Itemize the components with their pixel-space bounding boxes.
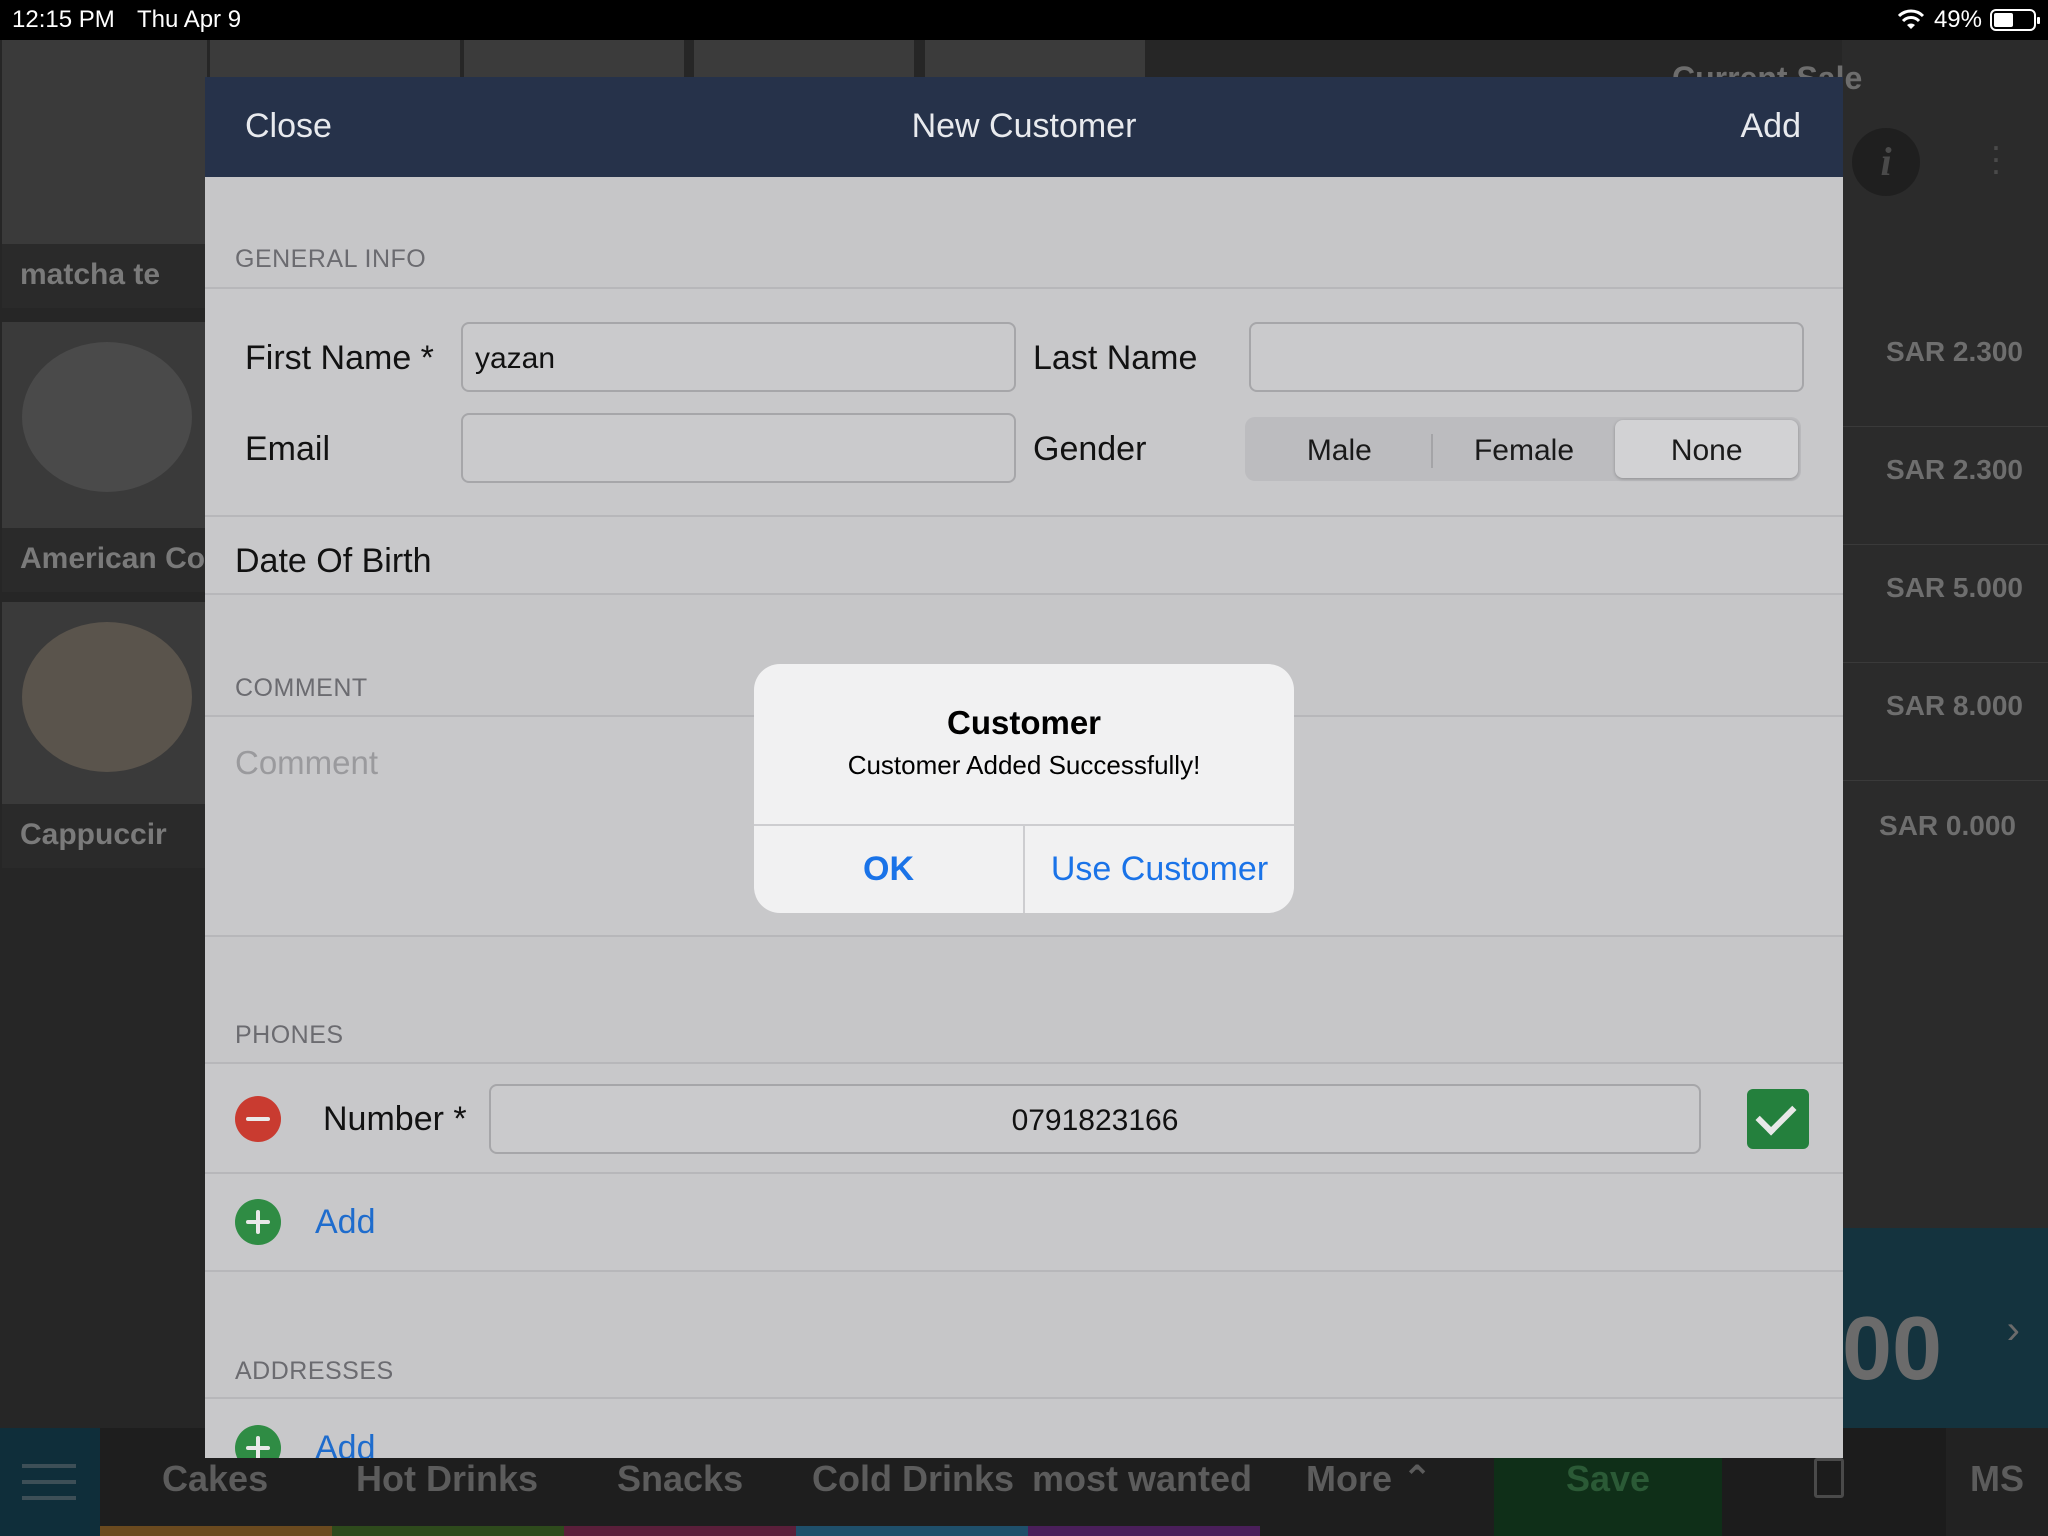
success-alert: Customer Customer Added Successfully! OK… [754,664,1294,913]
phone-number-label: Number * [323,1100,467,1138]
gender-option-none[interactable]: None [1615,420,1799,478]
category-tab-most-wanted[interactable]: most wanted [1032,1458,1252,1500]
last-name-label: Last Name [1033,339,1198,377]
category-color-bar [796,1526,1028,1536]
product-tile[interactable]: matcha te [2,40,207,308]
product-image [22,622,192,772]
status-time: 12:15 PM [12,6,115,33]
add-phone-icon[interactable] [235,1199,281,1245]
line-item-price: SAR 2.300 [1886,454,2023,485]
more-options-icon[interactable]: · · · [1990,128,2002,188]
more-label: More [1306,1458,1393,1499]
use-customer-button[interactable]: Use Customer [1025,826,1294,913]
charge-button[interactable]: 00 › [1842,1228,2048,1428]
wifi-icon [1897,9,1925,29]
category-color-bar [564,1526,796,1536]
category-color-bar [332,1526,564,1536]
ms-button[interactable]: MS [1946,1428,2048,1536]
line-item-price: SAR 5.000 [1886,572,2023,603]
chevron-up-icon: ⌃ [1402,1458,1433,1499]
add-address-link[interactable]: Add [315,1429,376,1458]
product-name: matcha te [2,244,207,308]
product-tile[interactable]: American Co [2,322,207,592]
general-info-header: GENERAL INFO [235,245,427,273]
alert-message: Customer Added Successfully! [847,750,1201,780]
status-date: Thu Apr 9 [137,6,242,33]
date-of-birth-row[interactable]: Date Of Birth [235,542,432,581]
line-item-price: SAR 0.000 [1879,810,2016,841]
addresses-header: ADDRESSES [235,1357,394,1385]
checkmark-icon[interactable] [1747,1089,1809,1149]
sheet-title: New Customer [911,107,1137,145]
ok-button[interactable]: OK [754,826,1023,913]
phone-number-field[interactable]: 0791823166 [489,1084,1701,1154]
current-sale-panel: Current Sale SAR 2.300 SAR 2.300 SAR 5.0… [1672,40,2048,1430]
addresses-group [205,1397,1843,1458]
category-color-bar [1028,1526,1260,1536]
status-bar: 12:15 PM Thu Apr 9 49% [0,0,2048,40]
category-tab-cold-drinks[interactable]: Cold Drinks [812,1458,1014,1500]
hamburger-menu-icon[interactable] [0,1428,100,1536]
line-item-price: SAR 8.000 [1886,690,2023,721]
product-tile[interactable]: Cappuccir [2,602,207,868]
add-customer-button[interactable]: Add [1741,107,1802,146]
category-tab-cakes[interactable]: Cakes [162,1458,268,1500]
add-phone-link[interactable]: Add [315,1203,376,1242]
phones-header: PHONES [235,1021,344,1049]
category-tab-hot-drinks[interactable]: Hot Drinks [356,1458,538,1500]
sheet-navbar: Close New Customer Add [205,77,1843,177]
alert-title: Customer [946,704,1102,741]
first-name-label: First Name * [245,339,434,377]
comment-field[interactable]: Comment [235,744,378,782]
total-amount: 00 [1842,1299,1943,1399]
line-item-price: SAR 2.300 [1886,336,2023,367]
product-name: Cappuccir [2,804,207,868]
info-icon[interactable]: i [1852,128,1920,196]
remove-phone-icon[interactable] [235,1096,281,1142]
gender-label: Gender [1033,430,1147,468]
email-field[interactable] [461,413,1016,483]
product-image [22,342,192,492]
gender-segmented-control: Male Female None [1245,417,1801,481]
gender-option-female[interactable]: Female [1433,420,1616,478]
category-color-bar [100,1526,332,1536]
category-tab-more[interactable]: More ⌃ [1306,1458,1432,1500]
email-label: Email [245,430,331,468]
product-name: American Co [2,528,207,592]
battery-percent: 49% [1933,6,1982,33]
gender-option-male[interactable]: Male [1248,420,1431,478]
battery-icon [1990,9,2040,31]
last-name-field[interactable] [1249,322,1804,392]
category-tab-snacks[interactable]: Snacks [617,1458,743,1500]
chevron-right-icon: › [2006,1308,2020,1352]
comment-header: COMMENT [235,674,368,702]
status-right: 49% [1896,6,2040,34]
first-name-field[interactable]: yazan [461,322,1016,392]
